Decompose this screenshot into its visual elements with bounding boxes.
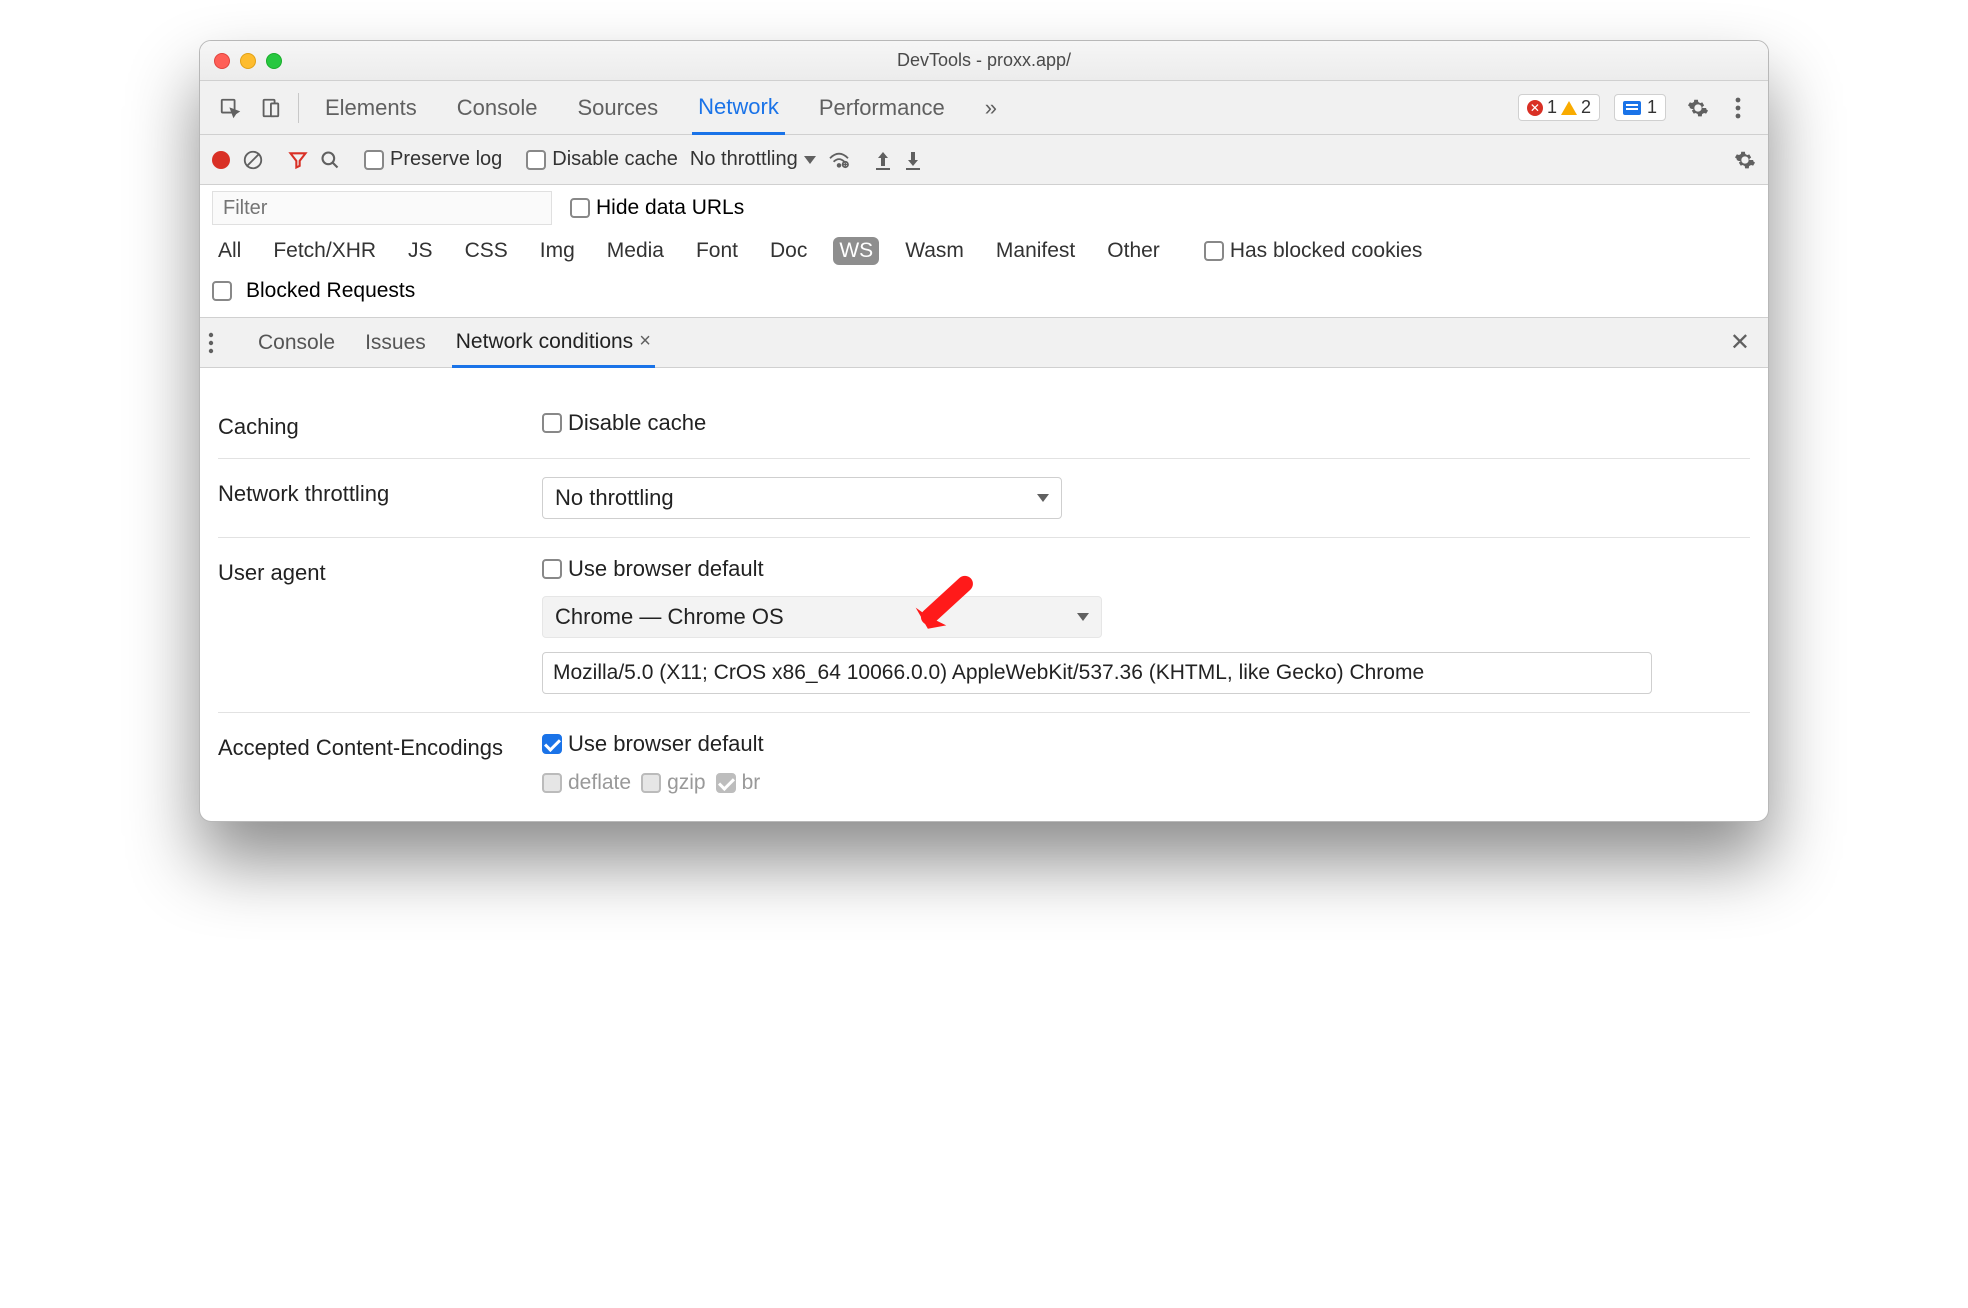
content-encodings-row: Accepted Content-Encodings Use browser d… (218, 712, 1750, 813)
devtools-window: DevTools - proxx.app/ Elements Console S… (199, 40, 1769, 822)
message-icon (1623, 101, 1641, 115)
throttling-select[interactable]: No throttling (690, 148, 816, 171)
type-js[interactable]: JS (402, 237, 439, 265)
caching-label: Caching (218, 410, 518, 440)
type-media[interactable]: Media (601, 237, 670, 265)
network-toolbar: Preserve log Disable cache No throttling (200, 135, 1768, 185)
clear-icon[interactable] (242, 149, 264, 171)
filter-input[interactable] (212, 191, 552, 225)
titlebar: DevTools - proxx.app/ (200, 41, 1768, 81)
ua-string-input[interactable]: Mozilla/5.0 (X11; CrOS x86_64 10066.0.0)… (542, 652, 1652, 694)
user-agent-label: User agent (218, 556, 518, 586)
tab-network[interactable]: Network (692, 81, 785, 135)
messages-counter[interactable]: 1 (1614, 94, 1666, 121)
chevron-down-icon (804, 156, 816, 164)
blocked-requests-toggle[interactable]: Blocked Requests (200, 273, 1768, 318)
type-wasm[interactable]: Wasm (899, 237, 970, 265)
enc-default-toggle[interactable]: Use browser default (542, 731, 764, 757)
main-toolbar: Elements Console Sources Network Perform… (200, 81, 1768, 135)
drawer-tab-network-conditions[interactable]: Network conditions × (452, 318, 655, 368)
window-title: DevTools - proxx.app/ (200, 50, 1768, 71)
ua-default-toggle[interactable]: Use browser default (542, 556, 764, 582)
type-doc[interactable]: Doc (764, 237, 813, 265)
caching-row: Caching Disable cache (218, 392, 1750, 458)
disable-cache-toggle[interactable]: Disable cache (526, 148, 678, 171)
upload-har-icon[interactable] (874, 150, 892, 170)
message-count: 1 (1647, 97, 1657, 118)
warning-icon (1561, 101, 1577, 115)
tab-performance[interactable]: Performance (813, 81, 951, 135)
hide-data-urls-toggle[interactable]: Hide data URLs (570, 196, 744, 220)
type-all[interactable]: All (212, 237, 247, 265)
enc-br-toggle[interactable]: br (716, 771, 761, 795)
drawer-tabs: Console Issues Network conditions × ✕ (200, 318, 1768, 368)
user-agent-row: User agent Use browser default Chrome — … (218, 537, 1750, 712)
network-conditions-panel: Caching Disable cache Network throttling… (200, 368, 1768, 821)
error-icon: ✕ (1527, 100, 1543, 116)
preserve-log-toggle[interactable]: Preserve log (364, 148, 502, 171)
settings-icon[interactable] (1680, 90, 1716, 126)
content-encodings-label: Accepted Content-Encodings (218, 731, 518, 761)
panel-settings-icon[interactable] (1734, 149, 1756, 171)
main-tabs: Elements Console Sources Network Perform… (319, 81, 1003, 135)
type-img[interactable]: Img (534, 237, 581, 265)
network-conditions-icon[interactable] (828, 151, 850, 169)
kebab-menu-icon[interactable] (1720, 90, 1756, 126)
chevron-down-icon (1077, 613, 1089, 621)
warning-count: 2 (1581, 97, 1591, 118)
type-fetchxhr[interactable]: Fetch/XHR (267, 237, 382, 265)
resource-type-filter: All Fetch/XHR JS CSS Img Media Font Doc … (200, 231, 1768, 273)
download-har-icon[interactable] (904, 150, 922, 170)
type-css[interactable]: CSS (459, 237, 514, 265)
type-manifest[interactable]: Manifest (990, 237, 1081, 265)
record-button[interactable] (212, 151, 230, 169)
error-count: 1 (1547, 97, 1557, 118)
chevron-down-icon (1037, 494, 1049, 502)
drawer-close-icon[interactable]: ✕ (1730, 328, 1750, 357)
inspect-icon[interactable] (212, 90, 248, 126)
enc-deflate-toggle[interactable]: deflate (542, 771, 631, 795)
close-tab-icon[interactable]: × (639, 330, 651, 353)
search-icon[interactable] (320, 150, 340, 170)
tab-elements[interactable]: Elements (319, 81, 423, 135)
filter-bar: Hide data URLs (200, 185, 1768, 231)
throttling-row: Network throttling No throttling (218, 458, 1750, 537)
throttling-label: Network throttling (218, 477, 518, 507)
device-toggle-icon[interactable] (252, 90, 288, 126)
ua-preset-select[interactable]: Chrome — Chrome OS (542, 596, 1102, 638)
tab-sources[interactable]: Sources (571, 81, 664, 135)
has-blocked-cookies-toggle[interactable]: Has blocked cookies (1204, 239, 1423, 263)
enc-gzip-toggle[interactable]: gzip (641, 771, 706, 795)
type-font[interactable]: Font (690, 237, 744, 265)
tab-console[interactable]: Console (451, 81, 544, 135)
issues-counter[interactable]: ✕1 2 (1518, 94, 1600, 121)
annotation-arrow-icon (908, 570, 968, 630)
type-other[interactable]: Other (1101, 237, 1166, 265)
drawer-menu-icon[interactable] (208, 332, 232, 354)
drawer-tab-issues[interactable]: Issues (361, 318, 430, 368)
tabs-overflow-icon[interactable]: » (979, 81, 1003, 135)
drawer-tab-console[interactable]: Console (254, 318, 339, 368)
filter-icon[interactable] (288, 150, 308, 170)
type-ws[interactable]: WS (833, 237, 879, 265)
caching-disable-toggle[interactable]: Disable cache (542, 410, 706, 436)
throttling-select-drawer[interactable]: No throttling (542, 477, 1062, 519)
